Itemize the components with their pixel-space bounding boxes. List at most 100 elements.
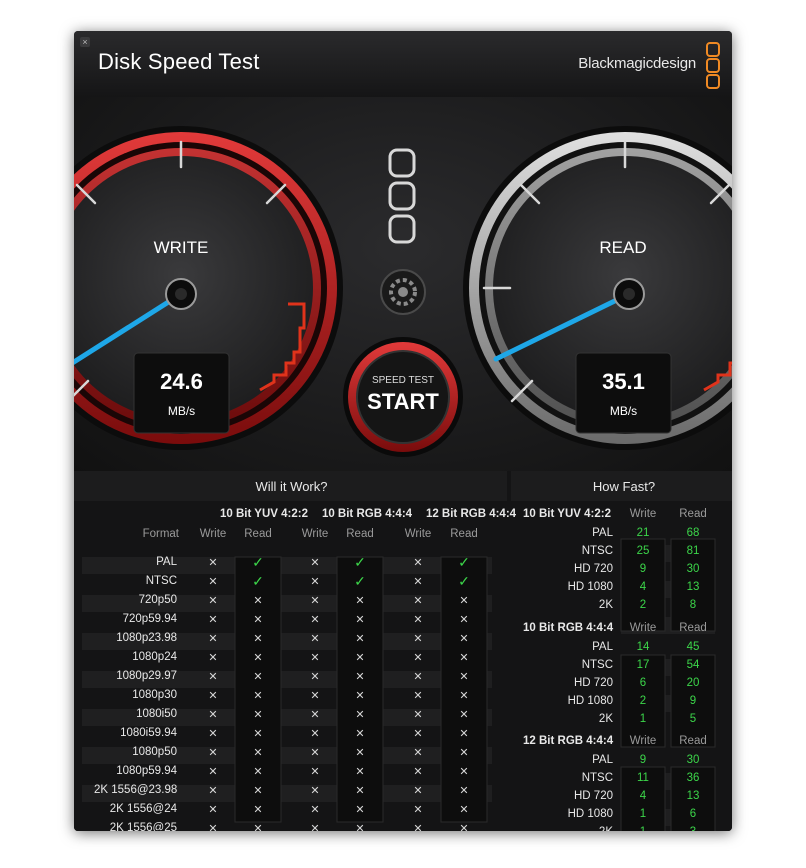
cross-icon: ✕ — [208, 652, 218, 664]
format-label: 2K 1556@23.98 — [94, 784, 178, 796]
how-fast-read-value: 13 — [686, 790, 700, 802]
format-label: 1080p59.94 — [116, 765, 177, 777]
how-fast-format-label: PAL — [592, 754, 613, 766]
cross-icon: ✕ — [413, 804, 423, 816]
cross-icon: ✕ — [459, 766, 469, 778]
cross-icon: ✕ — [413, 595, 423, 607]
cross-icon: ✕ — [310, 557, 320, 569]
how-fast-write-header: Write — [629, 508, 657, 520]
cross-icon: ✕ — [459, 633, 469, 645]
checkmark-icon: ✓ — [458, 573, 470, 589]
cross-icon: ✕ — [253, 595, 263, 607]
checkmark-icon: ✓ — [354, 554, 366, 570]
how-fast-write-value: 4 — [639, 581, 647, 593]
how-fast-read-value: 45 — [686, 641, 700, 653]
cross-icon: ✕ — [355, 766, 365, 778]
start-button-caption: SPEED TEST — [371, 375, 435, 386]
start-button-label: START — [367, 389, 439, 414]
format-group-header: 10 Bit YUV 4:2:2 — [220, 508, 308, 520]
brand-name: Blackmagicdesign — [578, 55, 696, 72]
cross-icon: ✕ — [355, 747, 365, 759]
cross-icon: ✕ — [459, 823, 469, 831]
checkmark-icon: ✓ — [252, 573, 264, 589]
cross-icon: ✕ — [208, 633, 218, 645]
cross-icon: ✕ — [310, 690, 320, 702]
cross-icon: ✕ — [413, 690, 423, 702]
cross-icon: ✕ — [310, 728, 320, 740]
cross-icon: ✕ — [208, 557, 218, 569]
settings-gear-icon[interactable] — [380, 269, 426, 315]
cross-icon: ✕ — [459, 614, 469, 626]
how-fast-read-header: Read — [679, 622, 707, 634]
cross-icon: ✕ — [459, 652, 469, 664]
will-it-work-title: Will it Work? — [255, 479, 328, 494]
write-value: 24.6 — [160, 369, 203, 394]
cross-icon: ✕ — [413, 785, 423, 797]
read-label: READ — [599, 238, 647, 257]
format-label: 2K 1556@24 — [109, 803, 177, 815]
cross-icon: ✕ — [355, 652, 365, 664]
how-fast-read-value: 81 — [686, 545, 700, 557]
cross-icon: ✕ — [253, 747, 263, 759]
write-label: WRITE — [153, 238, 209, 257]
cross-icon: ✕ — [253, 766, 263, 778]
read-unit: MB/s — [609, 404, 638, 418]
how-fast-write-header: Write — [629, 735, 657, 747]
title-bar: × Disk Speed Test Blackmagicdesign — [74, 31, 732, 98]
how-fast-read-value: 9 — [689, 695, 697, 707]
how-fast-read-value: 13 — [686, 581, 700, 593]
how-fast-write-value: 4 — [639, 790, 647, 802]
close-icon[interactable]: × — [80, 37, 90, 47]
cross-icon: ✕ — [253, 614, 263, 626]
cross-icon: ✕ — [355, 614, 365, 626]
write-gauge — [74, 126, 343, 450]
cross-icon: ✕ — [208, 614, 218, 626]
format-label: 1080p50 — [132, 746, 177, 758]
cross-icon: ✕ — [459, 690, 469, 702]
cross-icon: ✕ — [459, 595, 469, 607]
how-fast-write-value: 6 — [639, 677, 647, 689]
write-read-column-header: Read — [450, 528, 478, 540]
read-gauge — [463, 126, 732, 450]
cross-icon: ✕ — [310, 804, 320, 816]
how-fast-format-label: HD 720 — [574, 790, 613, 802]
cross-icon: ✕ — [310, 614, 320, 626]
how-fast-format-label: 2K — [598, 713, 613, 725]
cross-icon: ✕ — [310, 785, 320, 797]
how-fast-read-value: 8 — [689, 599, 697, 611]
how-fast-write-value: 21 — [636, 527, 650, 539]
cross-icon: ✕ — [413, 557, 423, 569]
how-fast-write-value: 25 — [636, 545, 650, 557]
how-fast-write-value: 11 — [637, 772, 649, 784]
how-fast-read-value: 36 — [686, 772, 700, 784]
how-fast-write-value: 14 — [636, 641, 650, 653]
cross-icon: ✕ — [459, 671, 469, 683]
gauge-panel: WRITE 24.6 MB/s READ 35.1 MB/s SPEED TES… — [74, 97, 732, 471]
how-fast-write-value: 1 — [621, 826, 665, 831]
cross-icon: ✕ — [413, 728, 423, 740]
format-label: PAL — [156, 556, 177, 568]
write-read-column-header: Read — [244, 528, 272, 540]
cross-icon: ✕ — [208, 785, 218, 797]
cross-icon: ✕ — [310, 823, 320, 831]
how-fast-write-value: 17 — [636, 659, 650, 671]
cross-icon: ✕ — [413, 766, 423, 778]
cross-icon: ✕ — [253, 652, 263, 664]
start-button[interactable]: SPEED TEST START — [357, 351, 449, 443]
how-fast-write-header: Write — [629, 622, 657, 634]
format-label: 720p59.94 — [122, 613, 177, 625]
center-logo-icon — [388, 148, 416, 244]
cross-icon: ✕ — [208, 671, 218, 683]
format-label: 2K 1556@25 — [109, 822, 177, 831]
how-fast-read-value: 68 — [686, 527, 700, 539]
cross-icon: ✕ — [459, 747, 469, 759]
how-fast-format-label: HD 1080 — [567, 581, 613, 593]
how-fast-format-label: PAL — [592, 527, 613, 539]
how-fast-format-label: HD 720 — [574, 677, 613, 689]
cross-icon: ✕ — [253, 633, 263, 645]
how-fast-format-label: HD 1080 — [567, 808, 613, 820]
cross-icon: ✕ — [310, 633, 320, 645]
cross-icon: ✕ — [355, 690, 365, 702]
cross-icon: ✕ — [413, 747, 423, 759]
how-fast-write-value: 9 — [639, 754, 647, 766]
